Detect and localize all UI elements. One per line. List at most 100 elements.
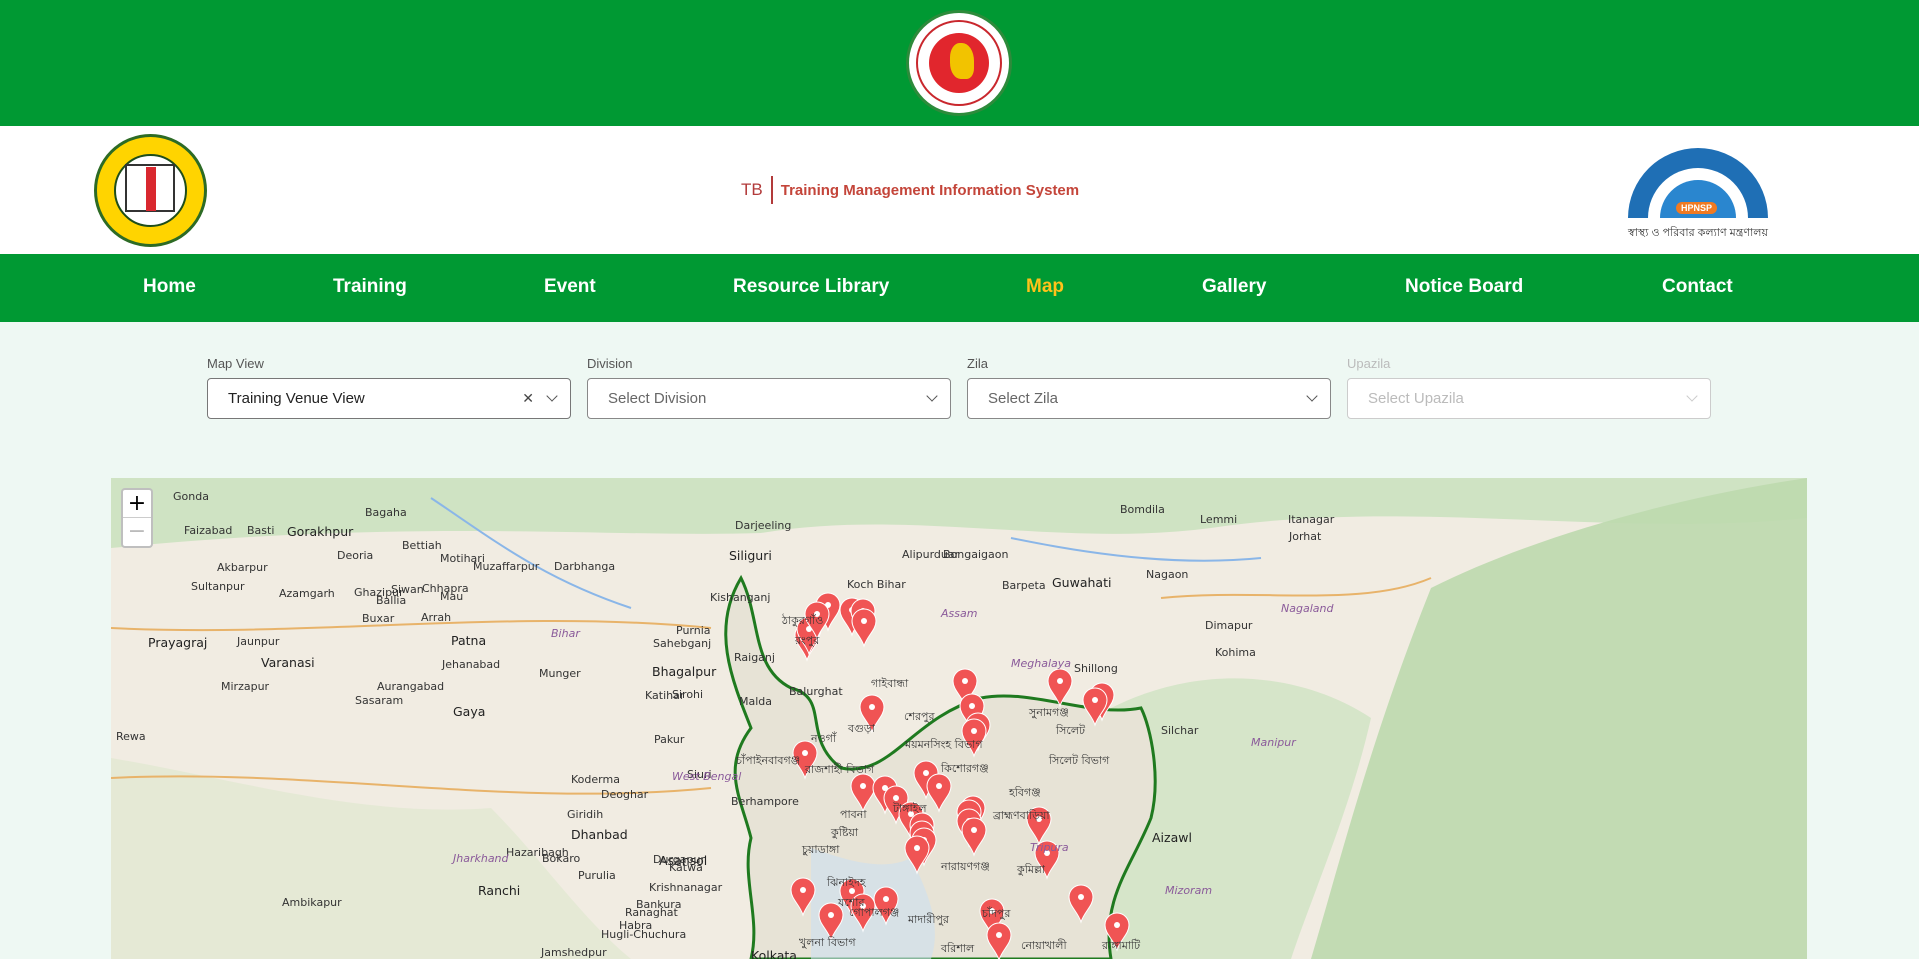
place-label: Katwa — [669, 861, 703, 874]
district-label: নোয়াখালী — [1021, 939, 1067, 952]
district-label: নওগাঁ — [811, 732, 837, 745]
zoom-control: + − — [121, 488, 153, 548]
top-band — [0, 0, 1919, 126]
place-label: Ranaghat — [625, 906, 678, 919]
place-label: Azamgarh — [279, 587, 335, 600]
division-select[interactable]: Select Division — [587, 378, 951, 419]
place-label: Varanasi — [261, 655, 315, 670]
district-label: নারায়ণগঞ্জ — [941, 860, 990, 873]
place-label: Raiganj — [734, 651, 775, 664]
place-label: Darjeeling — [735, 519, 792, 532]
zoom-out-button[interactable]: − — [123, 518, 151, 546]
place-label: Jehanabad — [442, 658, 501, 671]
state-label: Manipur — [1251, 736, 1296, 749]
division-filter: Division Select Division — [587, 356, 951, 419]
place-label: Dhanbad — [571, 827, 628, 842]
place-label: Kohima — [1215, 646, 1256, 659]
place-label: Nagaon — [1146, 568, 1189, 581]
nav-gallery[interactable]: Gallery — [1202, 276, 1266, 298]
place-label: Mau — [440, 590, 464, 603]
zila-select[interactable]: Select Zila — [967, 378, 1331, 419]
place-label: Shillong — [1074, 662, 1118, 675]
map-view-value: Training Venue View — [228, 390, 365, 407]
state-label: Tripura — [1030, 841, 1069, 854]
chevron-down-icon[interactable] — [926, 390, 938, 402]
district-label: কুমিল্লা — [1017, 863, 1045, 876]
place-label: Kolkata — [751, 948, 797, 959]
district-label: পাবনা — [840, 808, 867, 821]
place-label: Sahebganj — [653, 637, 712, 650]
nav-training[interactable]: Training — [333, 276, 407, 298]
nav-event[interactable]: Event — [544, 276, 596, 298]
ntp-logo — [94, 134, 207, 247]
place-label: Krishnanagar — [649, 881, 723, 894]
place-label: Hazaribagh — [506, 846, 569, 859]
nav-contact[interactable]: Contact — [1662, 276, 1733, 298]
map-view-label: Map View — [207, 356, 264, 371]
state-label: Mizoram — [1165, 884, 1213, 897]
government-emblem-logo — [906, 10, 1012, 116]
place-label: Ambikapur — [282, 896, 342, 909]
district-label: গোপালগঞ্জ — [849, 906, 900, 919]
division-placeholder: Select Division — [608, 390, 707, 407]
nav-resource-library[interactable]: Resource Library — [733, 276, 889, 298]
place-label: Ranchi — [478, 883, 521, 898]
upazila-select: Select Upazila — [1347, 378, 1711, 419]
zoom-in-button[interactable]: + — [123, 490, 151, 518]
district-label: চুয়াডাঙ্গা — [802, 843, 840, 856]
place-label: Giridih — [567, 808, 604, 821]
upazila-label: Upazila — [1347, 356, 1391, 371]
place-label: Sasaram — [355, 694, 404, 707]
map-view-select[interactable]: Training Venue View ✕ — [207, 378, 571, 419]
place-label: Silchar — [1161, 724, 1199, 737]
chevron-down-icon[interactable] — [546, 390, 558, 402]
place-label: Akbarpur — [217, 561, 268, 574]
place-label: Ghazipur — [354, 586, 404, 599]
place-label: Bongaigaon — [943, 548, 1009, 561]
upazila-filter: Upazila Select Upazila — [1347, 356, 1711, 419]
nav-map[interactable]: Map — [1026, 276, 1064, 298]
chevron-down-icon[interactable] — [1306, 390, 1318, 402]
ministry-caption: স্বাস্থ্য ও পরিবার কল্যাণ মন্ত্রণালয় — [1628, 227, 1768, 239]
place-label: Katihar — [645, 689, 685, 702]
district-label: বরিশাল — [941, 942, 975, 955]
state-label: Jharkhand — [453, 852, 509, 865]
place-label: Jamshedpur — [541, 946, 607, 959]
tb-text: TB — [741, 176, 773, 204]
place-label: Guwahati — [1052, 575, 1112, 590]
nav-notice-board[interactable]: Notice Board — [1405, 276, 1523, 298]
upazila-placeholder: Select Upazila — [1368, 390, 1464, 407]
map-view[interactable]: + − Gonda Bagaha Faizabad Basti Gorakhpur Akb… — [111, 478, 1807, 959]
place-label: Aizawl — [1152, 830, 1192, 845]
place-label: Gaya — [453, 704, 486, 719]
place-label: Arrah — [421, 611, 452, 624]
nav-home[interactable]: Home — [143, 276, 196, 298]
place-label: Sultanpur — [191, 580, 245, 593]
place-label: Dimapur — [1205, 619, 1253, 632]
state-label: Bihar — [551, 627, 580, 640]
district-label: সিলেট — [1056, 724, 1086, 737]
clear-icon[interactable]: ✕ — [522, 390, 534, 407]
place-label: Purnia — [676, 624, 711, 637]
place-label: Deoria — [337, 549, 374, 562]
emblem-map-shape — [950, 43, 974, 79]
place-label: Buxar — [362, 612, 395, 625]
place-label: Jorhat — [1289, 530, 1322, 543]
place-label: Basti — [247, 524, 275, 537]
main-nav: Home Training Event Resource Library Map… — [0, 254, 1919, 322]
district-label: বগুড়া — [848, 722, 875, 735]
place-label: Darbhanga — [554, 560, 616, 573]
place-label: Pakur — [654, 733, 685, 746]
system-title-text: Training Management Information System — [780, 181, 1080, 199]
state-label: Meghalaya — [1011, 657, 1072, 670]
place-label: Mirzapur — [221, 680, 270, 693]
district-label: রাজশাহী বিভাগ — [805, 763, 875, 776]
place-label: Deoghar — [601, 788, 649, 801]
place-label: Siliguri — [729, 548, 772, 563]
place-label: Itanagar — [1288, 513, 1335, 526]
system-title: TB Training Management Information Syste… — [741, 174, 1079, 206]
place-label: Berhampore — [731, 795, 799, 808]
place-label: Kishanganj — [710, 591, 771, 604]
place-label: Gorakhpur — [287, 524, 354, 539]
place-label: Rewa — [116, 730, 146, 743]
